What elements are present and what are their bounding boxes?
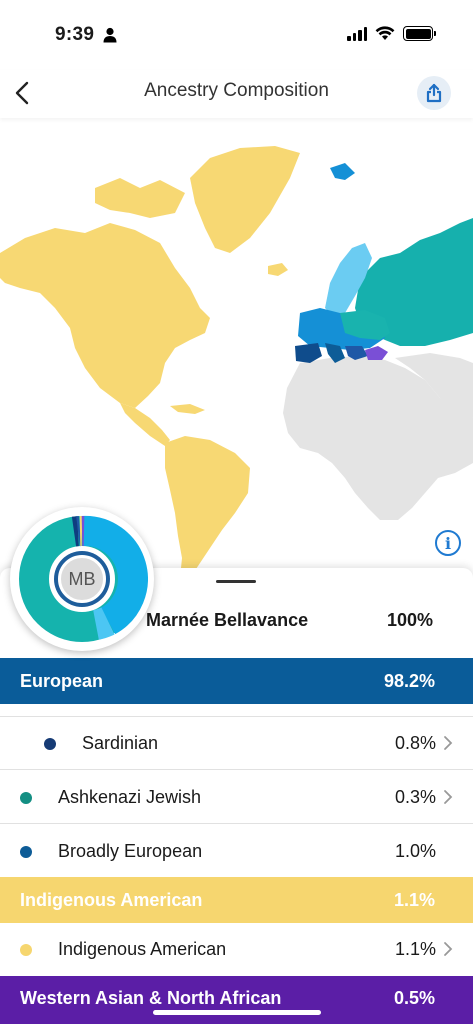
population-label: Sardinian [82, 733, 159, 753]
status-icons [347, 26, 436, 41]
list-item-sardinian[interactable]: Sardinian 0.8% [0, 717, 473, 770]
navigation-bar: Ancestry Composition [0, 70, 473, 118]
cellular-signal-icon [347, 26, 367, 41]
share-icon [426, 83, 442, 103]
avatar: MB [58, 555, 106, 603]
arctic-islands-region [95, 178, 185, 218]
central-america-region [120, 403, 170, 446]
group-label: European [20, 671, 104, 691]
profile-name: Marnée Bellavance [146, 610, 309, 630]
page-title: Ancestry Composition [144, 80, 329, 101]
population-percent: 0.3% [394, 787, 436, 807]
profile-percent: 100% [386, 610, 433, 630]
group-header-western-asian-north-african[interactable]: Western Asian & North African 0.5% [0, 976, 473, 1024]
info-button[interactable]: i [435, 530, 461, 556]
population-percent: 1.0% [394, 841, 436, 861]
chevron-right-icon [444, 942, 453, 956]
population-percent: 0.8% [394, 733, 436, 753]
chevron-right-icon [444, 736, 453, 750]
south-america-region [165, 436, 250, 578]
status-time: 9:39 [55, 24, 95, 45]
population-label: Ashkenazi Jewish [58, 787, 202, 807]
home-indicator[interactable] [153, 1010, 321, 1015]
list-item-partial [0, 704, 473, 717]
list-item-broadly-european[interactable]: Broadly European 1.0% [0, 825, 473, 878]
population-dot [20, 944, 32, 956]
group-percent: 1.1% [393, 890, 435, 910]
greenland-region [190, 146, 300, 253]
list-item-ashkenazi-jewish[interactable]: Ashkenazi Jewish 0.3% [0, 771, 473, 824]
population-label: Broadly European [58, 841, 203, 861]
list-item-indigenous-american[interactable]: Indigenous American 1.1% [0, 923, 473, 976]
battery-icon [403, 26, 436, 41]
population-label: Indigenous American [58, 939, 227, 959]
group-header-indigenous-american[interactable]: Indigenous American 1.1% [0, 877, 473, 923]
chevron-right-icon [444, 790, 453, 804]
wifi-icon [375, 26, 395, 40]
group-header-european[interactable]: European 98.2% [0, 658, 473, 704]
person-icon [103, 27, 117, 43]
group-label: Western Asian & North African [20, 988, 282, 1008]
population-percent: 1.1% [394, 939, 436, 959]
group-percent: 0.5% [393, 988, 435, 1008]
north-america-region [0, 223, 210, 408]
iceland-region [268, 263, 288, 276]
sheet-drag-handle[interactable] [216, 580, 256, 583]
population-dot [20, 846, 32, 858]
svalbard-region [330, 163, 355, 180]
iberia-region [295, 343, 322, 363]
population-dot [44, 738, 56, 750]
group-percent: 98.2% [383, 671, 435, 691]
population-dot [20, 792, 32, 804]
share-button[interactable] [417, 76, 451, 110]
ancestry-donut-chart[interactable]: MB [10, 507, 154, 651]
caribbean-region [170, 404, 205, 414]
group-label: Indigenous American [20, 890, 203, 910]
status-bar: 9:39 [0, 0, 473, 70]
